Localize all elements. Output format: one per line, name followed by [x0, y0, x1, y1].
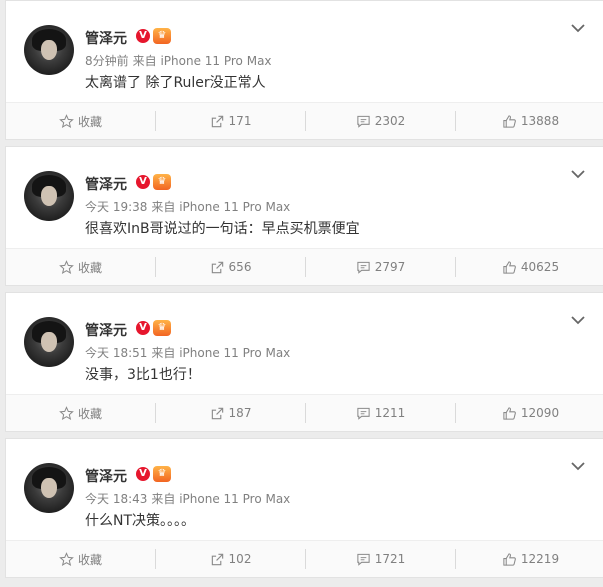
favorite-label: 收藏	[77, 114, 102, 129]
username[interactable]: 管泽元	[85, 174, 127, 194]
post-meta: 今天 19:38 来自 iPhone 11 Pro Max	[85, 198, 290, 215]
share-arrow-icon	[211, 115, 223, 127]
post-time[interactable]: 今天 18:43	[85, 492, 147, 506]
thumbs-up-icon	[503, 406, 516, 420]
username[interactable]: 管泽元	[85, 28, 127, 48]
comment-count: 2797	[374, 260, 406, 274]
comment-button[interactable]: 1721	[306, 541, 455, 577]
username[interactable]: 管泽元	[85, 466, 127, 486]
verified-v-icon: V	[136, 467, 150, 481]
repost-button[interactable]: 656	[156, 249, 305, 285]
weibo-post-card: 管泽元 V ♛ 8分钟前 来自 iPhone 11 Pro Max 太离谱了 除了…	[5, 0, 603, 140]
star-outline-icon	[59, 259, 74, 274]
post-content: 没事，3比1也行！	[85, 367, 201, 383]
star-outline-icon	[59, 551, 74, 566]
weibo-post-card: 管泽元 V ♛ 今天 19:38 来自 iPhone 11 Pro Max 很喜欢…	[5, 146, 603, 286]
weibo-post-card: 管泽元 V ♛ 今天 18:51 来自 iPhone 11 Pro Max 没事，…	[5, 292, 603, 432]
avatar[interactable]	[24, 317, 74, 367]
avatar-face	[41, 40, 57, 60]
repost-count: 187	[228, 406, 252, 420]
post-meta: 今天 18:51 来自 iPhone 11 Pro Max	[85, 344, 290, 361]
chevron-down-icon[interactable]	[569, 19, 587, 37]
post-time[interactable]: 今天 19:38	[85, 200, 147, 214]
thumbs-up-icon	[503, 114, 516, 128]
comment-count: 1211	[374, 406, 406, 420]
verified-v-icon: V	[136, 29, 150, 43]
share-arrow-icon	[211, 553, 223, 565]
thumbs-up-icon	[503, 552, 516, 566]
repost-button[interactable]: 171	[156, 103, 305, 139]
chevron-down-icon[interactable]	[569, 165, 587, 183]
vip-crown-icon: ♛	[153, 28, 171, 44]
post-meta: 8分钟前 来自 iPhone 11 Pro Max	[85, 52, 272, 69]
post-time[interactable]: 今天 18:51	[85, 346, 147, 360]
comment-count: 2302	[374, 114, 406, 128]
share-arrow-icon	[211, 261, 223, 273]
star-outline-icon	[59, 113, 74, 128]
username[interactable]: 管泽元	[85, 320, 127, 340]
repost-count: 656	[228, 260, 252, 274]
vip-crown-icon: ♛	[153, 174, 171, 190]
post-content: 太离谱了 除了Ruler没正常人	[85, 75, 266, 91]
favorite-label: 收藏	[77, 552, 102, 567]
post-action-bar: 收藏 102 1721 12219	[6, 540, 603, 577]
favorite-button[interactable]: 收藏	[6, 103, 155, 139]
vip-crown-icon: ♛	[153, 466, 171, 482]
vip-crown-icon: ♛	[153, 320, 171, 336]
avatar[interactable]	[24, 25, 74, 75]
favorite-button[interactable]: 收藏	[6, 249, 155, 285]
weibo-post-card: 管泽元 V ♛ 今天 18:43 来自 iPhone 11 Pro Max 什么N…	[5, 438, 603, 578]
repost-button[interactable]: 187	[156, 395, 305, 431]
verified-v-icon: V	[136, 175, 150, 189]
comment-bubble-icon	[357, 261, 370, 274]
comment-button[interactable]: 2797	[306, 249, 455, 285]
post-time[interactable]: 8分钟前	[85, 54, 129, 68]
post-source: 来自 iPhone 11 Pro Max	[151, 492, 291, 506]
like-count: 13888	[520, 114, 560, 128]
star-outline-icon	[59, 405, 74, 420]
weibo-feed: 管泽元 V ♛ 8分钟前 来自 iPhone 11 Pro Max 太离谱了 除了…	[0, 0, 603, 587]
post-content: 很喜欢InB哥说过的一句话：早点买机票便宜	[85, 221, 360, 237]
like-count: 40625	[520, 260, 560, 274]
comment-button[interactable]: 2302	[306, 103, 455, 139]
comment-button[interactable]: 1211	[306, 395, 455, 431]
comment-count: 1721	[374, 552, 406, 566]
comment-bubble-icon	[357, 553, 370, 566]
like-button[interactable]: 13888	[456, 103, 603, 139]
like-count: 12090	[520, 406, 560, 420]
post-source: 来自 iPhone 11 Pro Max	[132, 54, 272, 68]
favorite-label: 收藏	[77, 260, 102, 275]
avatar-face	[41, 186, 57, 206]
post-action-bar: 收藏 187 1211 12090	[6, 394, 603, 431]
like-button[interactable]: 12219	[456, 541, 603, 577]
post-source: 来自 iPhone 11 Pro Max	[151, 346, 291, 360]
repost-count: 102	[228, 552, 252, 566]
chevron-down-icon[interactable]	[569, 457, 587, 475]
repost-button[interactable]: 102	[156, 541, 305, 577]
post-source: 来自 iPhone 11 Pro Max	[151, 200, 291, 214]
post-meta: 今天 18:43 来自 iPhone 11 Pro Max	[85, 490, 290, 507]
verified-v-icon: V	[136, 321, 150, 335]
avatar-face	[41, 478, 57, 498]
avatar-face	[41, 332, 57, 352]
repost-count: 171	[228, 114, 252, 128]
favorite-button[interactable]: 收藏	[6, 541, 155, 577]
post-content: 什么NT决策。。。。	[85, 513, 196, 529]
post-action-bar: 收藏 656 2797 40625	[6, 248, 603, 285]
thumbs-up-icon	[503, 260, 516, 274]
avatar[interactable]	[24, 171, 74, 221]
avatar[interactable]	[24, 463, 74, 513]
favorite-label: 收藏	[77, 406, 102, 421]
favorite-button[interactable]: 收藏	[6, 395, 155, 431]
comment-bubble-icon	[357, 115, 370, 128]
like-button[interactable]: 12090	[456, 395, 603, 431]
like-button[interactable]: 40625	[456, 249, 603, 285]
post-action-bar: 收藏 171 2302 13888	[6, 102, 603, 139]
chevron-down-icon[interactable]	[569, 311, 587, 329]
share-arrow-icon	[211, 407, 223, 419]
comment-bubble-icon	[357, 407, 370, 420]
like-count: 12219	[520, 552, 560, 566]
